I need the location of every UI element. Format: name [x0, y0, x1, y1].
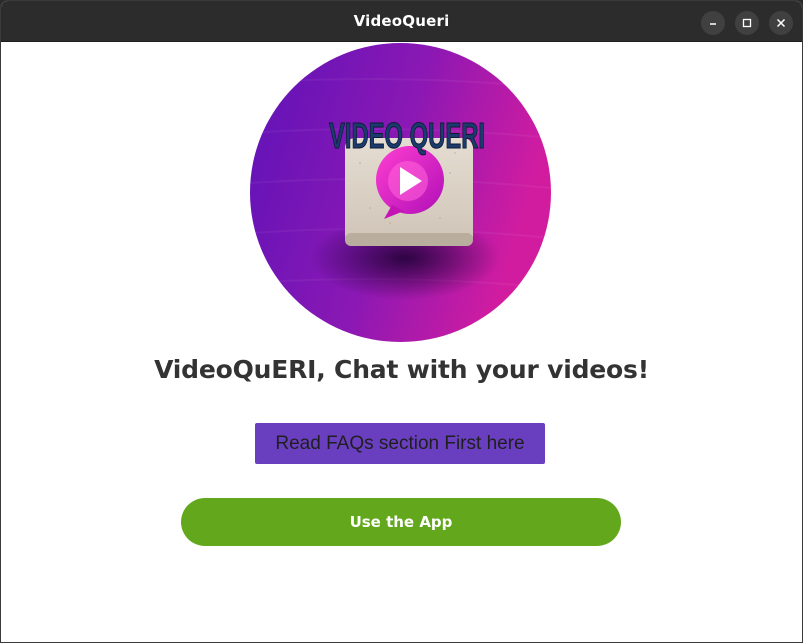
- use-the-app-button[interactable]: Use the App: [181, 498, 621, 546]
- app-window: VideoQueri VIDEO QUERI VideoQuERI, Chat …: [0, 0, 803, 643]
- window-title: VideoQueri: [353, 12, 450, 30]
- maximize-button[interactable]: [735, 11, 759, 35]
- close-icon: [776, 18, 786, 28]
- window-controls: [701, 11, 793, 35]
- page-headline: VideoQuERI, Chat with your videos!: [154, 355, 649, 384]
- logo-text: VIDEO QUERI: [329, 115, 485, 156]
- read-faqs-button[interactable]: Read FAQs section First here: [255, 423, 545, 464]
- app-logo: VIDEO QUERI: [250, 43, 551, 342]
- minimize-button[interactable]: [701, 11, 725, 35]
- main-content: VIDEO QUERI VideoQuERI, Chat with your v…: [1, 42, 802, 642]
- title-bar[interactable]: VideoQueri: [1, 1, 802, 42]
- minimize-icon: [710, 23, 716, 25]
- maximize-icon: [742, 18, 752, 28]
- close-button[interactable]: [769, 11, 793, 35]
